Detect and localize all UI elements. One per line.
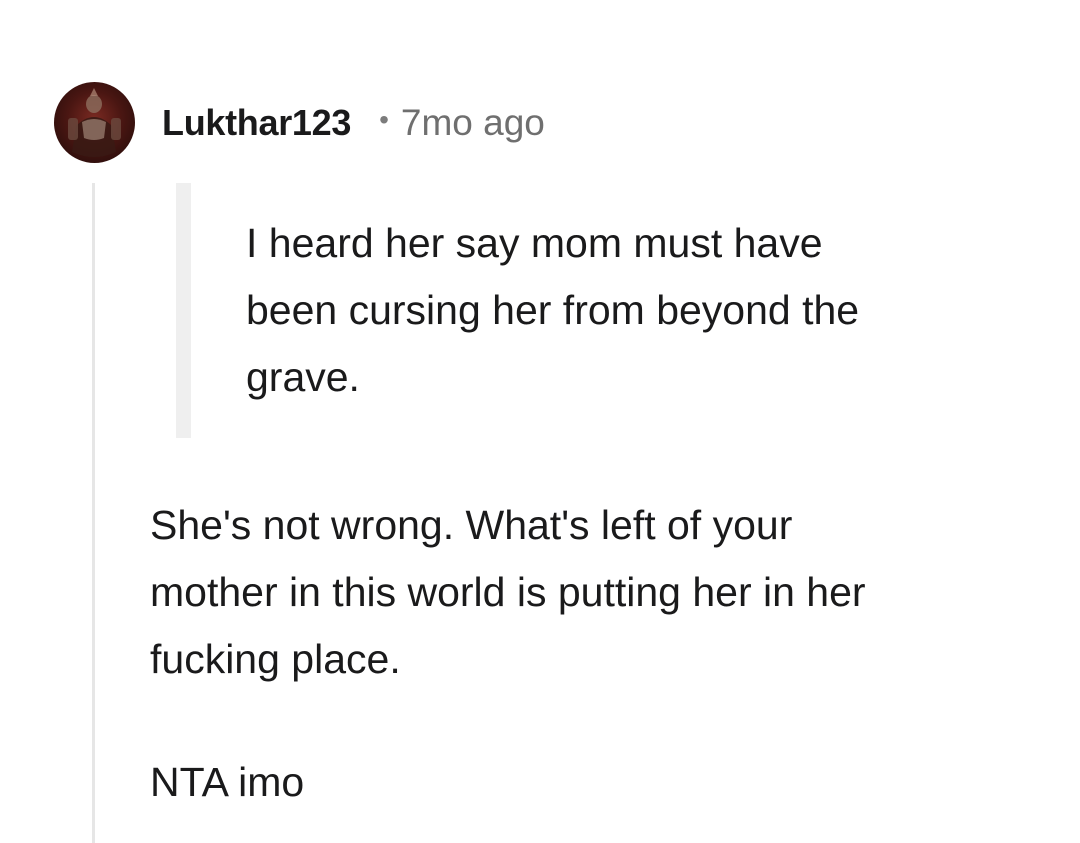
quote-line: been cursing her from beyond the	[246, 287, 860, 333]
avatar-figure-icon	[68, 88, 121, 157]
separator-dot: •	[379, 104, 389, 135]
blockquote-text: I heard her say mom must have been cursin…	[246, 210, 1006, 411]
body-line: She's not wrong. What's left of your	[150, 502, 793, 548]
thread-line[interactable]	[92, 183, 95, 843]
comment-body: She's not wrong. What's left of your moth…	[150, 492, 1030, 693]
comment: Lukthar123 • 7mo ago I heard her say mom…	[0, 0, 1080, 843]
user-avatar[interactable]	[54, 82, 135, 163]
quote-line: I heard her say mom must have	[246, 220, 823, 266]
comment-header: Lukthar123 • 7mo ago	[162, 98, 545, 148]
comment-closing: NTA imo	[150, 759, 305, 805]
timestamp[interactable]: 7mo ago	[401, 102, 545, 144]
quote-line: grave.	[246, 354, 360, 400]
blockquote-bar	[176, 183, 191, 438]
body-line: fucking place.	[150, 636, 401, 682]
body-line: mother in this world is putting her in h…	[150, 569, 866, 615]
username-link[interactable]: Lukthar123	[162, 102, 351, 144]
